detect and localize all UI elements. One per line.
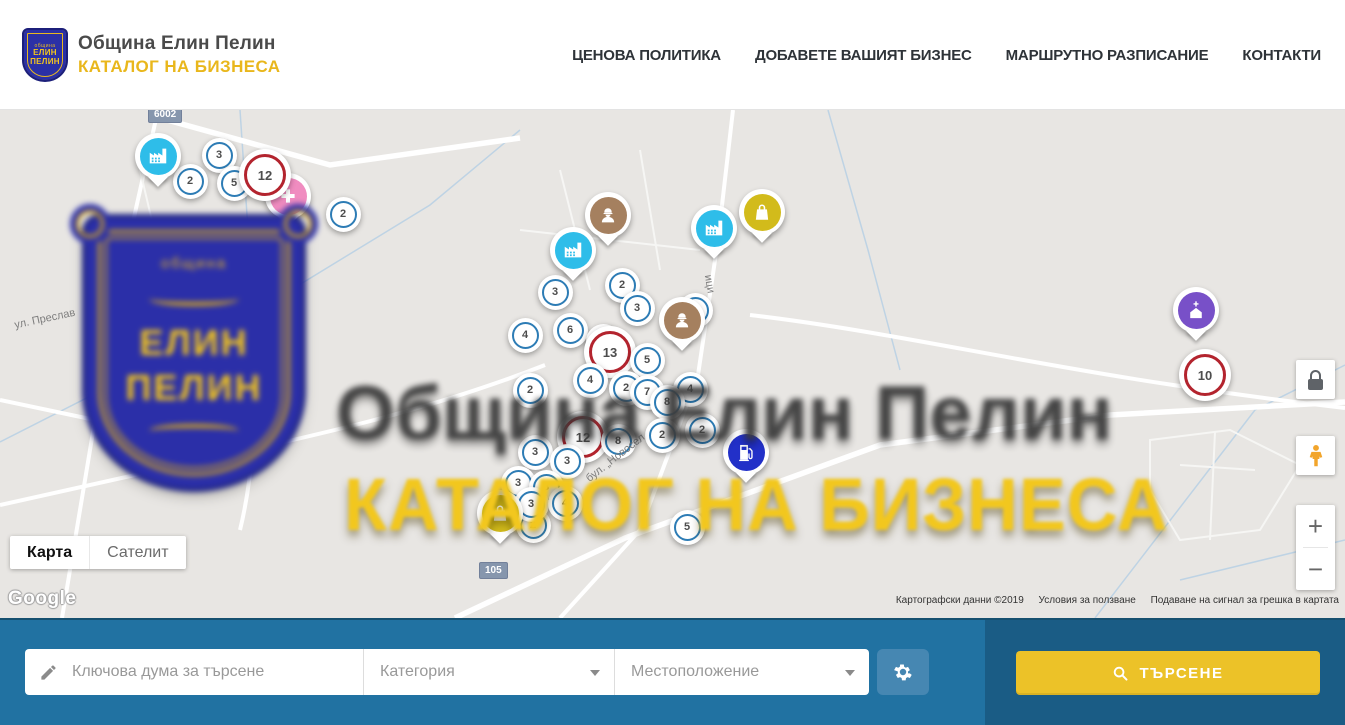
crest-ornament-left — [70, 204, 110, 244]
watermark-subtitle: КАТАЛОГ НА БИЗНЕСА — [344, 462, 1168, 547]
crest-ornament-right — [278, 204, 318, 244]
watermark-crest-line1: ЕЛИН — [139, 320, 248, 365]
map-cluster-marker[interactable]: 2 — [173, 164, 208, 199]
lock-button[interactable] — [1296, 360, 1335, 399]
watermark-crest: община ЕЛИН ПЕЛИН — [86, 218, 302, 488]
map-pin-factory[interactable] — [550, 227, 596, 273]
watermark-crest-small-text: община — [161, 255, 227, 272]
shopping-bag-icon — [751, 201, 773, 223]
crest-name-line2: ПЕЛИН — [30, 58, 60, 67]
map-cluster-marker[interactable]: 12 — [239, 149, 291, 201]
search-panel: ТЪРСЕНЕ — [0, 618, 1345, 725]
crest-ornament-bottom — [149, 424, 239, 438]
search-fields — [25, 649, 869, 695]
worker-icon — [671, 309, 693, 331]
church-icon — [1185, 299, 1207, 321]
map-attribution: Картографски данни ©2019 Условия за полз… — [884, 595, 1339, 606]
keyword-search-input[interactable] — [72, 663, 351, 681]
pegman-icon — [1303, 443, 1329, 469]
attribution-terms-link[interactable]: Условия за ползване — [1039, 595, 1136, 606]
map-pin-factory[interactable] — [691, 205, 737, 251]
watermark-title: Община Елин Пелин — [336, 370, 1113, 457]
map-pin-shopping-bag[interactable] — [739, 189, 785, 235]
site-subtitle: КАТАЛОГ НА БИЗНЕСА — [78, 57, 280, 77]
road-number-badge: 105 — [479, 562, 508, 579]
site-logo[interactable]: община ЕЛИН ПЕЛИН Община Елин Пелин КАТА… — [22, 28, 280, 82]
factory-icon — [562, 239, 584, 261]
chevron-down-icon — [590, 670, 600, 676]
nav-item-pricing[interactable]: ЦЕНОВА ПОЛИТИКА — [572, 47, 721, 64]
map-cluster-marker[interactable]: 3 — [620, 291, 655, 326]
nav-item-add-business[interactable]: ДОБАВЕТЕ ВАШИЯТ БИЗНЕС — [755, 47, 972, 64]
municipality-crest: община ЕЛИН ПЕЛИН — [22, 28, 68, 82]
site-title: Община Елин Пелин — [78, 33, 280, 55]
map-type-satellite-button[interactable]: Сателит — [89, 536, 185, 569]
nav-item-route-schedule[interactable]: МАРШРУТНО РАЗПИСАНИЕ — [1006, 47, 1209, 64]
search-icon — [1112, 665, 1129, 682]
main-nav: ЦЕНОВА ПОЛИТИКА ДОБАВЕТЕ ВАШИЯТ БИЗНЕС М… — [572, 0, 1321, 110]
zoom-out-button[interactable]: − — [1296, 548, 1335, 590]
map-pin-worker[interactable] — [659, 297, 705, 343]
map-cluster-marker[interactable]: 6 — [553, 313, 588, 348]
map-cluster-marker[interactable]: 2 — [326, 197, 361, 232]
category-select[interactable] — [364, 649, 615, 695]
map-type-map-button[interactable]: Карта — [10, 536, 89, 569]
advanced-settings-button[interactable] — [877, 649, 929, 695]
pencil-icon — [39, 663, 58, 682]
map-pin-factory[interactable] — [135, 133, 181, 179]
location-select-input[interactable] — [631, 663, 839, 681]
lock-icon — [1310, 370, 1321, 379]
pegman-button[interactable] — [1296, 436, 1335, 475]
zoom-control: + − — [1296, 505, 1335, 590]
search-submit-button[interactable]: ТЪРСЕНЕ — [1016, 651, 1320, 695]
map-cluster-marker[interactable]: 4 — [508, 318, 543, 353]
map-type-control: Карта Сателит — [10, 536, 186, 569]
zoom-in-button[interactable]: + — [1296, 505, 1335, 547]
keyword-field-wrap — [25, 649, 364, 695]
google-map[interactable]: 3251222335647135422748128223338234510 об… — [0, 110, 1345, 618]
factory-icon — [147, 145, 169, 167]
map-pin-church[interactable] — [1173, 287, 1219, 333]
location-select[interactable] — [615, 649, 869, 695]
road-number-badge: 6002 — [148, 110, 182, 123]
gear-icon — [892, 661, 914, 683]
map-pin-worker[interactable] — [585, 192, 631, 238]
google-logo[interactable]: Google — [8, 588, 76, 610]
chevron-down-icon — [845, 670, 855, 676]
attribution-report-link[interactable]: Подаване на сигнал за грешка в картата — [1151, 595, 1339, 606]
site-header: община ЕЛИН ПЕЛИН Община Елин Пелин КАТА… — [0, 0, 1345, 110]
factory-icon — [703, 217, 725, 239]
category-select-input[interactable] — [380, 663, 584, 681]
crest-ornament-top — [149, 292, 239, 306]
watermark-crest-line2: ПЕЛИН — [125, 365, 262, 410]
attribution-copyright: Картографски данни ©2019 — [896, 595, 1024, 606]
nav-item-contacts[interactable]: КОНТАКТИ — [1242, 47, 1321, 64]
map-cluster-marker[interactable]: 3 — [538, 275, 573, 310]
map-cluster-marker[interactable]: 10 — [1179, 349, 1231, 401]
worker-icon — [597, 204, 619, 226]
